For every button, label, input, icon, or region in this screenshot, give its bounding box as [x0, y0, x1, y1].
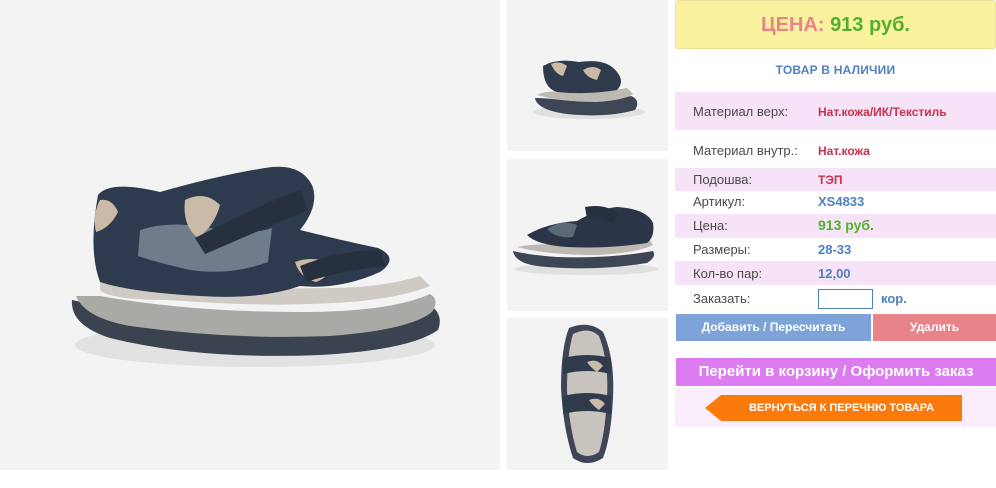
spec-value: XS4833 — [818, 194, 865, 209]
spec-label: Материал внутр.: — [693, 143, 798, 158]
price-header-value: 913 руб. — [830, 14, 910, 36]
spec-label: Подошва: — [693, 172, 753, 187]
order-quantity-input[interactable] — [818, 289, 873, 309]
sandal-angle-view-image — [533, 60, 645, 119]
spec-row-material-inner: Материал внутр.: Нат.кожа — [675, 132, 996, 168]
spec-value: 913 руб. — [818, 217, 874, 233]
price-header-label: ЦЕНА: — [761, 14, 825, 36]
thumbnail-3[interactable] — [507, 318, 668, 470]
back-button-area: ВЕРНУТЬСЯ К ПЕРЕЧНЮ ТОВАРА — [675, 388, 996, 427]
add-recalculate-button[interactable]: Добавить / Пересчитать — [676, 314, 871, 341]
spec-value: ТЭП — [818, 173, 843, 187]
back-to-list-button[interactable]: ВЕРНУТЬСЯ К ПЕРЕЧНЮ ТОВАРА — [705, 395, 962, 421]
spec-label: Размеры: — [693, 242, 751, 257]
product-page: ЦЕНА: 913 руб. ТОВАР В НАЛИЧИИ Материал … — [0, 0, 996, 488]
spec-label: Кол-во пар: — [693, 266, 763, 281]
spec-value: Нат.кожа — [818, 144, 870, 158]
price-header: ЦЕНА: 913 руб. — [675, 0, 996, 49]
spec-row-price: Цена: 913 руб. — [675, 214, 996, 238]
go-to-cart-button[interactable]: Перейти в корзину / Оформить заказ — [676, 358, 996, 386]
order-label: Заказать: — [693, 291, 751, 306]
sandal-side-view-image — [71, 166, 440, 367]
order-unit-label: кор. — [881, 291, 907, 306]
sandal-inner-side-image — [513, 206, 659, 275]
delete-button[interactable]: Удалить — [873, 314, 996, 341]
stock-status: ТОВАР В НАЛИЧИИ — [775, 63, 896, 77]
spec-row-sole: Подошва: ТЭП — [675, 168, 996, 191]
spec-value: 28-33 — [818, 242, 852, 257]
spec-value: Нат.кожа/ИК/Текстиль — [818, 105, 947, 119]
spec-row-article: Артикул: XS4833 — [675, 191, 996, 214]
sandal-top-view-image — [561, 324, 614, 463]
thumbnail-2[interactable] — [507, 159, 668, 311]
thumbnail-1[interactable] — [507, 0, 668, 151]
spec-value: 12,00 — [818, 266, 851, 281]
spec-row-sizes: Размеры: 28-33 — [675, 238, 996, 261]
spec-row-material-top: Материал верх: Нат.кожа/ИК/Текстиль — [675, 92, 996, 130]
main-product-photo[interactable] — [0, 0, 500, 470]
spec-label: Материал верх: — [693, 104, 789, 119]
spec-label: Цена: — [693, 218, 728, 233]
back-to-list-label: ВЕРНУТЬСЯ К ПЕРЕЧНЮ ТОВАРА — [748, 402, 935, 414]
spec-label: Артикул: — [693, 194, 746, 209]
spec-row-pairs: Кол-во пар: 12,00 — [675, 261, 996, 285]
